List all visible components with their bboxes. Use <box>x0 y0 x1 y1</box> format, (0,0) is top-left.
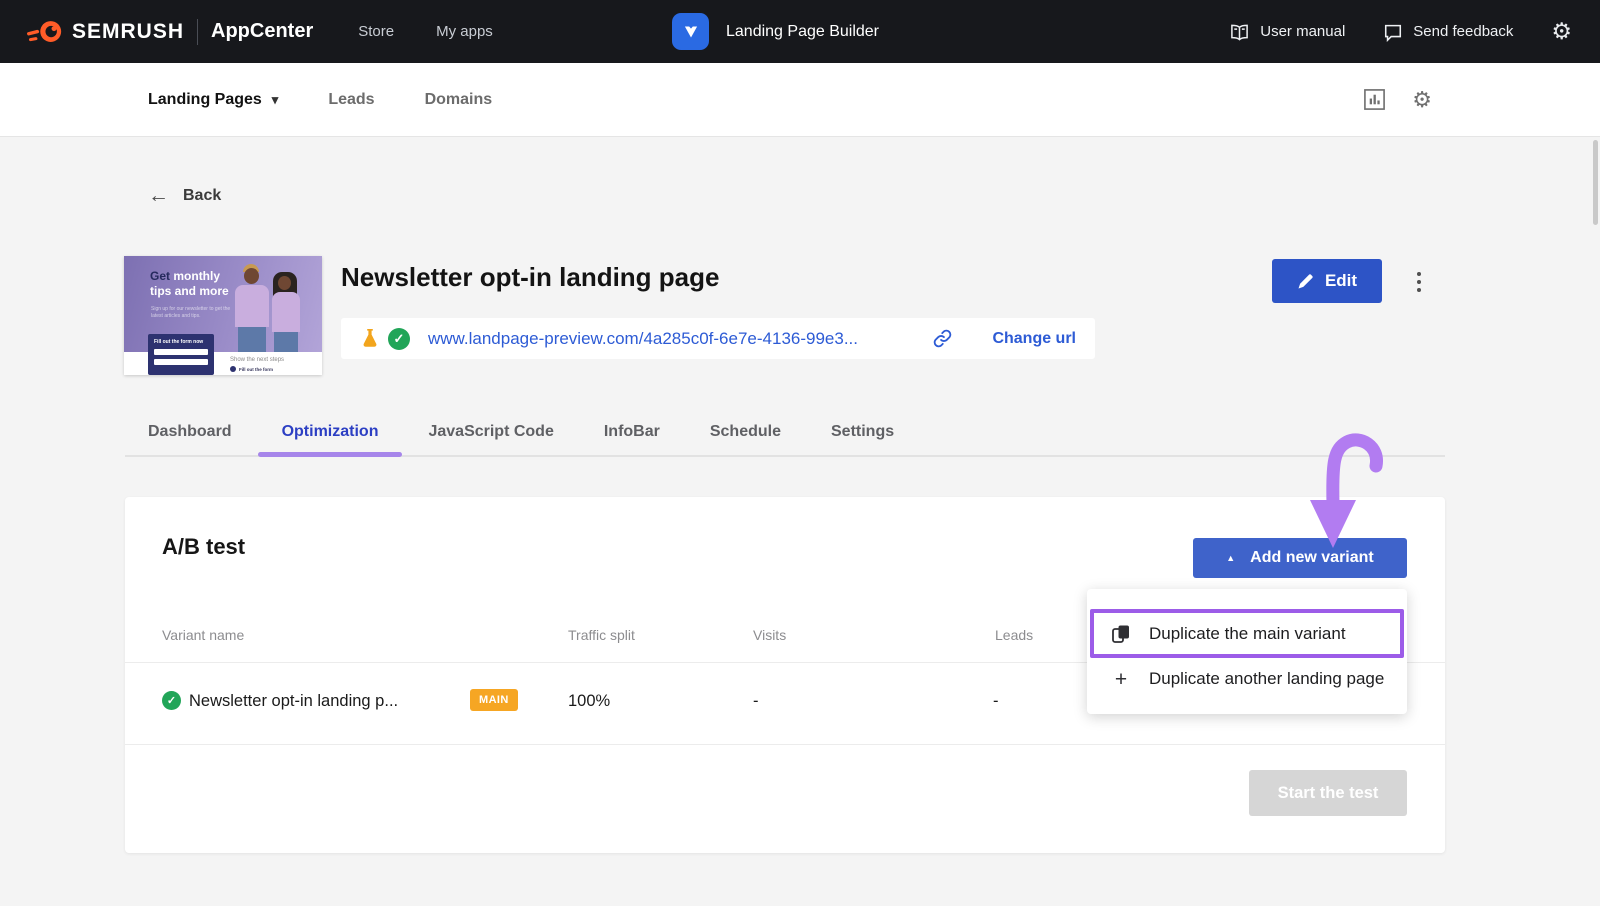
tab-dashboard[interactable]: Dashboard <box>148 420 232 455</box>
col-header-traffic-split: Traffic split <box>568 627 635 643</box>
nav-item-domains[interactable]: Domains <box>425 91 493 109</box>
pencil-icon <box>1297 273 1314 290</box>
nav-item-landing-pages[interactable]: Landing Pages ▾ <box>148 91 278 109</box>
thumbnail-step-dot <box>230 366 236 372</box>
landing-page-thumbnail: Get monthly tips and more Sign up for ou… <box>124 256 322 375</box>
start-the-test-button[interactable]: Start the test <box>1249 770 1407 816</box>
app-navbar-icons: ⚙ <box>1363 63 1432 136</box>
edit-button-label: Edit <box>1325 271 1357 291</box>
thumbnail-step-label: Fill out the form <box>239 367 273 372</box>
back-arrow-icon: ← <box>148 185 169 206</box>
caret-up-icon: ▲ <box>1226 554 1235 563</box>
tab-infobar[interactable]: InfoBar <box>604 420 660 455</box>
main-variant-badge: MAIN <box>470 689 518 711</box>
topbar-nav: Store My apps <box>358 23 493 40</box>
app-settings-gear-icon[interactable]: ⚙ <box>1412 89 1432 111</box>
preview-url-link[interactable]: www.landpage-preview.com/4a285c0f-6e7e-4… <box>428 329 931 349</box>
thumbnail-form-input <box>154 359 208 365</box>
app-navbar: Landing Pages ▾ Leads Domains ⚙ <box>0 63 1600 137</box>
app-navbar-items: Landing Pages ▾ Leads Domains <box>148 63 492 136</box>
url-status-check-icon: ✓ <box>388 328 410 350</box>
thumbnail-subtext: Sign up for our newsletter to get the la… <box>151 306 230 320</box>
copy-link-icon[interactable] <box>931 327 954 350</box>
thumbnail-form-input <box>154 349 208 355</box>
back-button[interactable]: ← Back <box>148 185 221 206</box>
brand-divider <box>197 19 198 45</box>
kebab-dot <box>1417 272 1421 276</box>
visits-value: - <box>753 692 759 711</box>
brand-wordmark: SEMRUSH <box>72 20 184 44</box>
scrollbar[interactable] <box>1593 140 1598 225</box>
topbar-right: User manual Send feedback ⚙ <box>1229 0 1572 63</box>
variant-name: Newsletter opt-in landing p... <box>189 692 398 711</box>
col-header-visits: Visits <box>753 627 786 643</box>
topbar: SEMRUSH AppCenter Store My apps Landing … <box>0 0 1600 63</box>
landing-page-builder-screen: SEMRUSH AppCenter Store My apps Landing … <box>0 0 1600 906</box>
landing-page-builder-app-icon <box>672 13 709 50</box>
analytics-chart-icon[interactable] <box>1363 88 1386 111</box>
page-tabs: Dashboard Optimization JavaScript Code I… <box>125 420 1445 457</box>
col-header-variant-name: Variant name <box>162 627 244 643</box>
tab-javascript-code[interactable]: JavaScript Code <box>428 420 553 455</box>
feedback-bubble-icon <box>1383 22 1403 42</box>
topbar-settings-gear-icon[interactable]: ⚙ <box>1551 20 1572 43</box>
nav-item-leads[interactable]: Leads <box>328 91 374 109</box>
current-app-chip: Landing Page Builder <box>672 13 879 50</box>
add-new-variant-label: Add new variant <box>1250 549 1374 567</box>
menu-item-label: Duplicate another landing page <box>1149 669 1384 689</box>
thumbnail-person-2 <box>270 272 304 352</box>
chevron-down-icon: ▾ <box>272 93 279 106</box>
user-manual-link[interactable]: User manual <box>1229 22 1345 41</box>
thumbnail-form-title: Fill out the form now <box>154 339 208 345</box>
thumbnail-person-1 <box>232 264 272 352</box>
thumbnail-heading: Get monthly tips and more <box>150 269 229 299</box>
tab-optimization[interactable]: Optimization <box>282 420 379 455</box>
appcenter-wordmark: AppCenter <box>211 20 313 43</box>
tab-schedule[interactable]: Schedule <box>710 420 781 455</box>
thumbnail-form-card: Fill out the form now <box>148 334 214 375</box>
menu-item-duplicate-main-variant[interactable]: Duplicate the main variant <box>1087 612 1407 656</box>
leads-value: - <box>993 692 999 711</box>
page-title: Newsletter opt-in landing page <box>341 262 719 293</box>
traffic-split-value: 100% <box>568 692 610 711</box>
thumbnail-heading-accent: Get <box>150 269 170 283</box>
ab-test-flask-icon <box>360 328 380 350</box>
kebab-dot <box>1417 288 1421 292</box>
change-url-button[interactable]: Change url <box>992 330 1076 348</box>
back-label: Back <box>183 187 221 205</box>
ab-test-title: A/B test <box>162 534 245 560</box>
book-icon <box>1229 22 1250 41</box>
thumbnail-heading-line2: tips and more <box>150 284 229 298</box>
topnav-my-apps[interactable]: My apps <box>436 23 493 40</box>
menu-item-label: Duplicate the main variant <box>1149 624 1346 644</box>
add-variant-dropdown-menu: Duplicate the main variant + Duplicate a… <box>1087 589 1407 714</box>
more-options-kebab-button[interactable] <box>1410 267 1428 297</box>
thumbnail-heading-rest: monthly <box>173 269 220 283</box>
semrush-flame-icon <box>26 18 64 46</box>
table-row-divider <box>125 744 1445 745</box>
menu-item-duplicate-another-landing-page[interactable]: + Duplicate another landing page <box>1087 657 1407 701</box>
kebab-dot <box>1417 280 1421 284</box>
plus-icon: + <box>1111 669 1131 690</box>
topnav-store[interactable]: Store <box>358 23 394 40</box>
thumbnail-steps-title: Show the next steps <box>230 357 284 363</box>
edit-button[interactable]: Edit <box>1272 259 1382 303</box>
duplicate-icon <box>1111 624 1131 644</box>
send-feedback-label: Send feedback <box>1413 23 1513 40</box>
user-manual-label: User manual <box>1260 23 1345 40</box>
variant-published-check-icon: ✓ <box>162 691 181 710</box>
add-new-variant-button[interactable]: ▲ Add new variant <box>1193 538 1407 578</box>
col-header-leads: Leads <box>995 627 1033 643</box>
thumbnail-step-item: Fill out the form <box>230 366 273 372</box>
send-feedback-link[interactable]: Send feedback <box>1383 22 1513 42</box>
url-bar: ✓ www.landpage-preview.com/4a285c0f-6e7e… <box>341 318 1095 359</box>
current-app-name: Landing Page Builder <box>726 23 879 41</box>
nav-item-landing-pages-label: Landing Pages <box>148 91 262 109</box>
semrush-logo[interactable]: SEMRUSH AppCenter <box>26 18 313 46</box>
tab-settings[interactable]: Settings <box>831 420 894 455</box>
